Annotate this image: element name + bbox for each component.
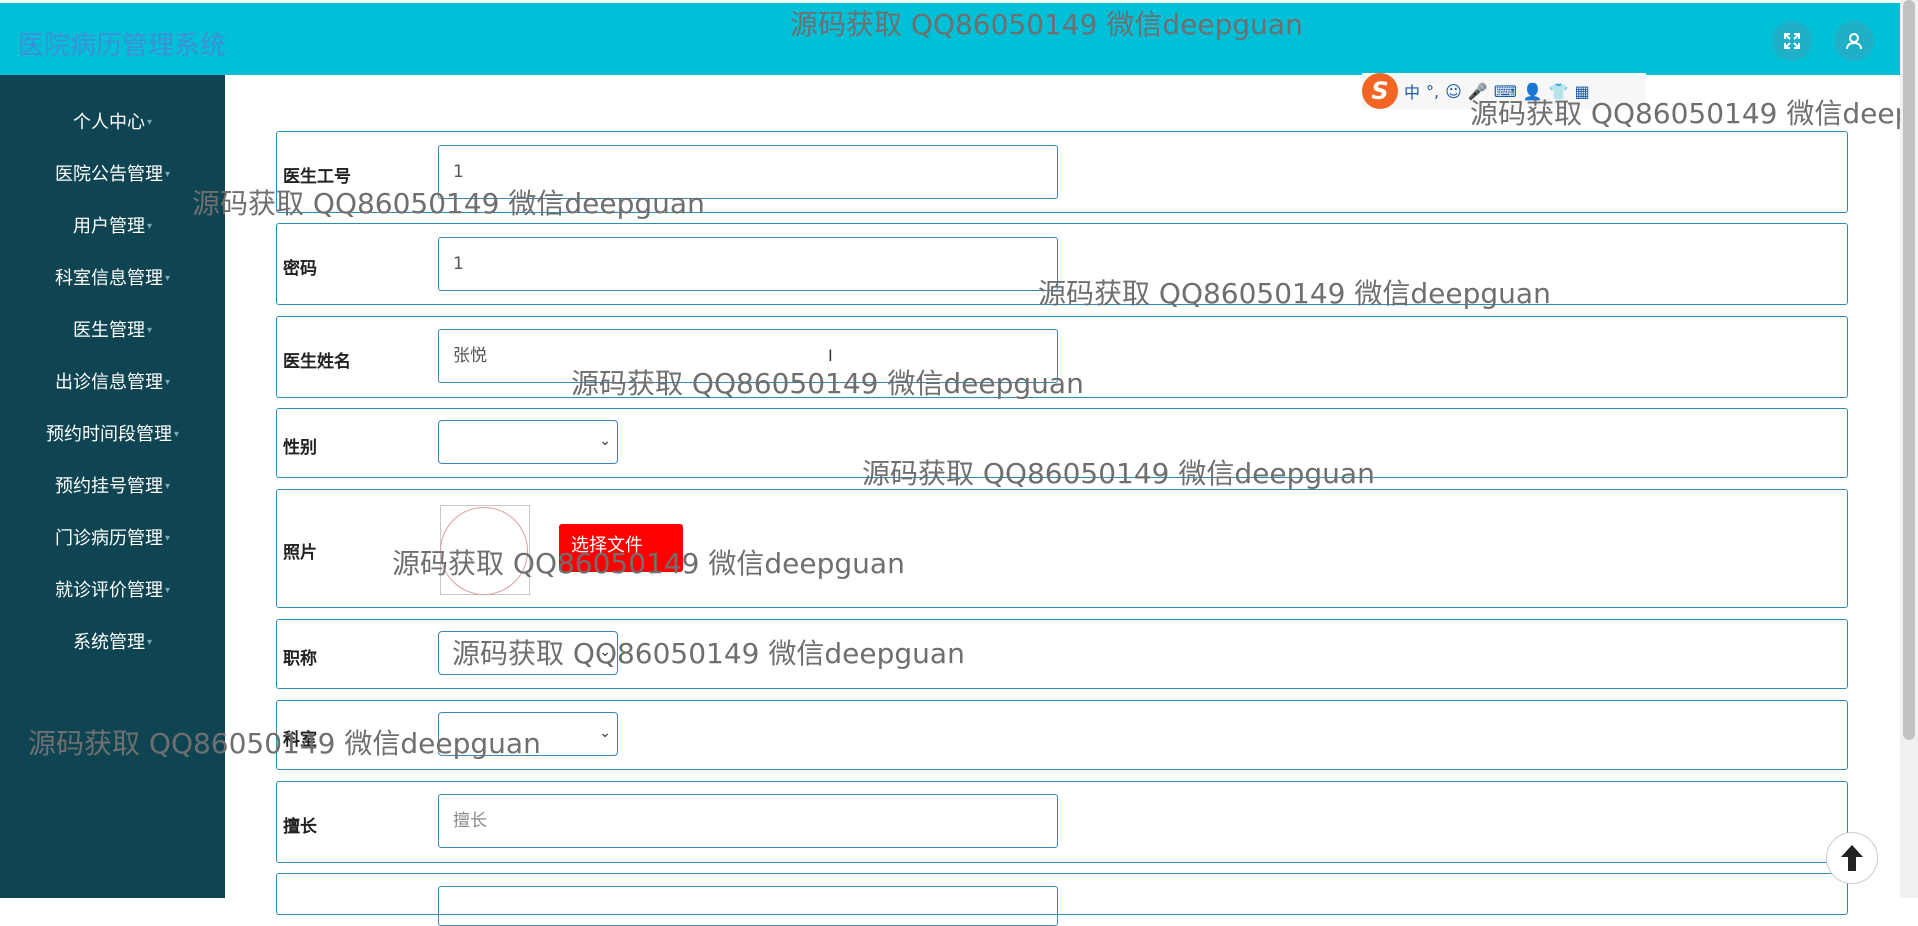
gender-select[interactable]: ⌄ (438, 420, 618, 464)
watermark: 源码获取 QQ86050149 微信deepguan (392, 547, 905, 580)
sidebar-item-time-slots[interactable]: 预约时间段管理 ▾ (0, 420, 225, 450)
scroll-to-top-button[interactable] (1826, 832, 1878, 884)
sidebar-item-label: 出诊信息管理 (54, 372, 163, 393)
sidebar-item-label: 就诊评价管理 (54, 580, 163, 601)
sidebar-item-label: 系统管理 (72, 632, 145, 653)
form-row-next (276, 873, 1848, 926)
caret-down-icon: ▾ (164, 273, 171, 284)
fullscreen-icon[interactable] (1772, 21, 1812, 61)
caret-down-icon: ▾ (164, 481, 171, 492)
sidebar-item-appointments[interactable]: 预约挂号管理 ▾ (0, 472, 225, 502)
sidebar-item-label: 预约时间段管理 (45, 424, 172, 445)
sidebar-item-label: 门诊病历管理 (54, 528, 163, 549)
next-field-input[interactable] (438, 886, 1058, 926)
sidebar-item-label: 用户管理 (72, 216, 145, 237)
caret-down-icon: ▾ (164, 533, 171, 544)
chevron-down-icon: ⌄ (599, 725, 611, 741)
field-label: 擅长 (283, 817, 317, 837)
field-label: 性别 (283, 438, 317, 458)
sidebar-item-records[interactable]: 门诊病历管理 ▾ (0, 524, 225, 554)
sidebar-item-personal-center[interactable]: 个人中心 ▾ (0, 108, 225, 138)
sidebar-item-system[interactable]: 系统管理 ▾ (0, 628, 225, 658)
caret-down-icon: ▾ (164, 377, 171, 388)
app-title: 医院病历管理系统 (18, 31, 227, 61)
watermark: 源码获取 QQ86050149 微信deepguan (28, 727, 541, 760)
sidebar-item-reviews[interactable]: 就诊评价管理 ▾ (0, 576, 225, 606)
sidebar-item-label: 科室信息管理 (54, 268, 163, 289)
watermark: 源码获取 QQ86050149 微信deepguan (1470, 97, 1918, 130)
watermark: 源码获取 QQ86050149 微信deepguan (192, 187, 705, 220)
sidebar-item-label: 个人中心 (72, 112, 145, 133)
sidebar-item-label: 医生管理 (72, 320, 145, 341)
watermark: 源码获取 QQ86050149 微信deepguan (862, 457, 1375, 490)
page-scrollbar[interactable] (1900, 0, 1918, 898)
field-label: 照片 (283, 543, 317, 563)
field-label: 密码 (283, 259, 317, 279)
caret-down-icon: ▾ (146, 221, 153, 232)
caret-down-icon: ▾ (146, 637, 153, 648)
field-label: 职称 (283, 649, 317, 669)
sogou-logo-icon: S (1362, 73, 1398, 109)
caret-down-icon: ▾ (164, 585, 171, 596)
specialty-input[interactable]: 擅长 (438, 794, 1058, 848)
ime-mode[interactable]: 中 (1404, 79, 1420, 103)
sidebar-item-doctors[interactable]: 医生管理 ▾ (0, 316, 225, 346)
sidebar-item-visits[interactable]: 出诊信息管理 ▾ (0, 368, 225, 398)
caret-down-icon: ▾ (146, 117, 153, 128)
caret-down-icon: ▾ (164, 169, 171, 180)
chevron-down-icon: ⌄ (599, 433, 611, 449)
caret-down-icon: ▾ (173, 429, 180, 440)
watermark: 源码获取 QQ86050149 微信deepguan (1038, 277, 1551, 310)
user-icon[interactable] (1834, 21, 1874, 61)
field-label: 医生姓名 (283, 352, 351, 372)
watermark: 源码获取 QQ86050149 微信deepguan (790, 8, 1303, 41)
watermark: 源码获取 QQ86050149 微信deepguan (452, 637, 965, 670)
watermark: 源码获取 QQ86050149 微信deepguan (571, 367, 1084, 400)
scrollbar-thumb[interactable] (1903, 0, 1915, 740)
sidebar-item-label: 预约挂号管理 (54, 476, 163, 497)
sidebar-item-label: 医院公告管理 (54, 164, 163, 185)
emoji-icon[interactable]: ☺ (1445, 82, 1462, 101)
form-row-specialty: 擅长 擅长 (276, 781, 1848, 863)
sidebar-item-departments[interactable]: 科室信息管理 ▾ (0, 264, 225, 294)
ime-punctuation[interactable]: °, (1426, 82, 1439, 101)
caret-down-icon: ▾ (146, 325, 153, 336)
password-input[interactable]: 1 (438, 237, 1058, 291)
